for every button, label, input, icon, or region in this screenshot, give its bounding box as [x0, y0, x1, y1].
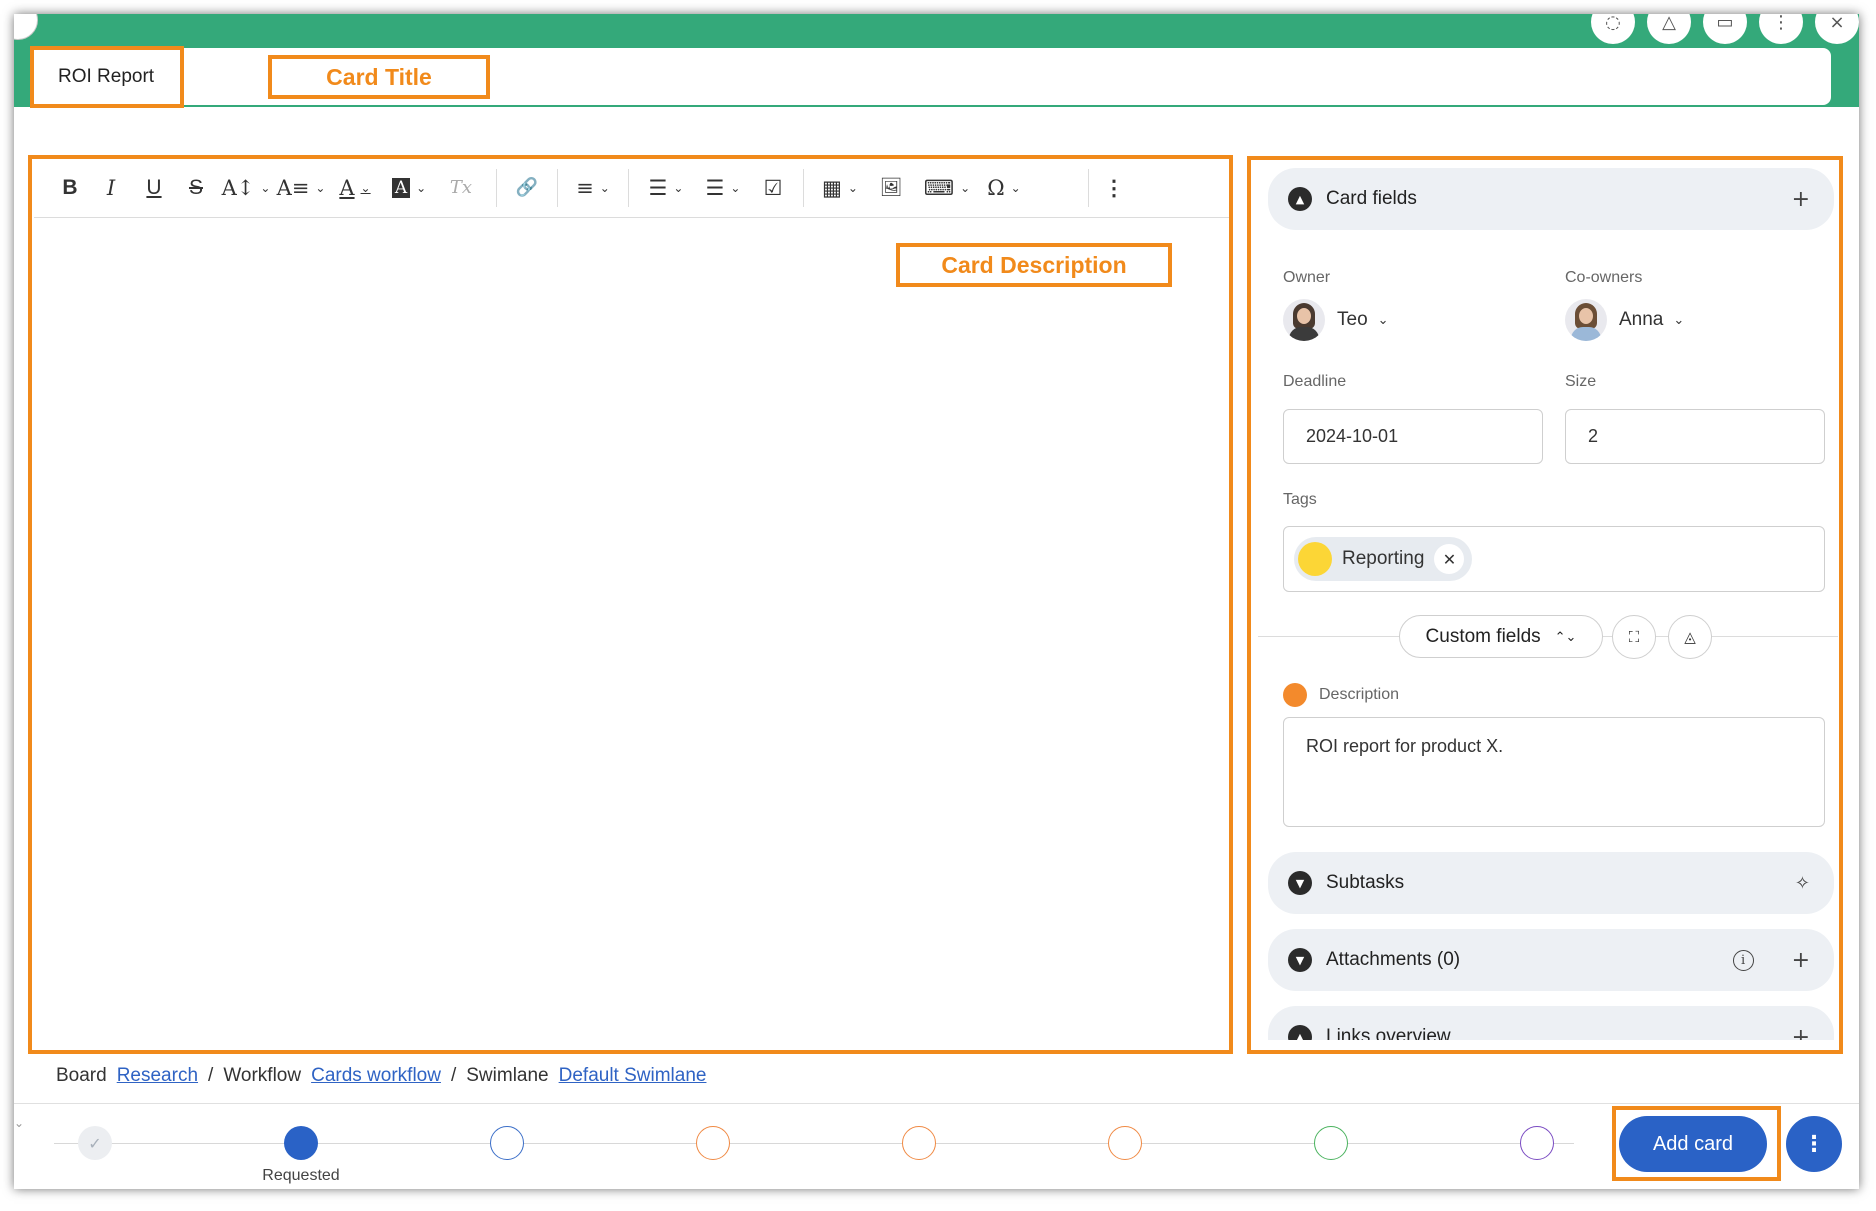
card-description-annotation: Card Description: [900, 247, 1168, 283]
breadcrumb-workflow-link[interactable]: Cards workflow: [311, 1065, 441, 1087]
warning-icon[interactable]: △: [1647, 14, 1691, 44]
breadcrumb-swimlane-link[interactable]: Default Swimlane: [559, 1065, 707, 1087]
add-card-highlight: [1612, 1106, 1781, 1181]
breadcrumb: Board Research / Workflow Cards workflow…: [56, 1061, 706, 1091]
breadcrumb-separator: /: [208, 1065, 214, 1086]
header-actions: ◌ △ ▭ ⋮ ×: [1591, 14, 1859, 44]
workflow-stage-done[interactable]: ✓: [78, 1126, 112, 1160]
workflow-stage-label: Requested: [262, 1167, 340, 1184]
workflow-stage[interactable]: [1314, 1126, 1348, 1160]
workflow-stage[interactable]: [1520, 1126, 1554, 1160]
workflow-stage[interactable]: [696, 1126, 730, 1160]
chevron-down-icon[interactable]: ⌄: [14, 1116, 24, 1130]
card-title-annotation: Card Title: [272, 59, 486, 95]
workflow-stage[interactable]: [490, 1126, 524, 1160]
workflow-stage-current[interactable]: [284, 1126, 318, 1160]
collapse-button[interactable]: [14, 14, 38, 40]
editor-highlight: [28, 155, 1233, 1054]
more-actions-button[interactable]: ⋮: [1786, 1116, 1842, 1172]
comments-icon[interactable]: ◌: [1591, 14, 1635, 44]
breadcrumb-workflow-label: Workflow: [223, 1065, 302, 1086]
panel-highlight: [1247, 156, 1843, 1054]
workflow-stage[interactable]: [1108, 1126, 1142, 1160]
breadcrumb-board-link[interactable]: Research: [117, 1065, 198, 1087]
breadcrumb-separator: /: [450, 1065, 457, 1086]
breadcrumb-swimlane-label: Swimlane: [466, 1065, 549, 1086]
breadcrumb-board-label: Board: [56, 1065, 107, 1086]
card-title-highlight: [30, 46, 184, 108]
close-icon[interactable]: ×: [1815, 14, 1859, 44]
footer-divider: [14, 1103, 1859, 1104]
workflow-stage[interactable]: [902, 1126, 936, 1160]
more-vertical-icon[interactable]: ⋮: [1759, 14, 1803, 44]
layout-icon[interactable]: ▭: [1703, 14, 1747, 44]
